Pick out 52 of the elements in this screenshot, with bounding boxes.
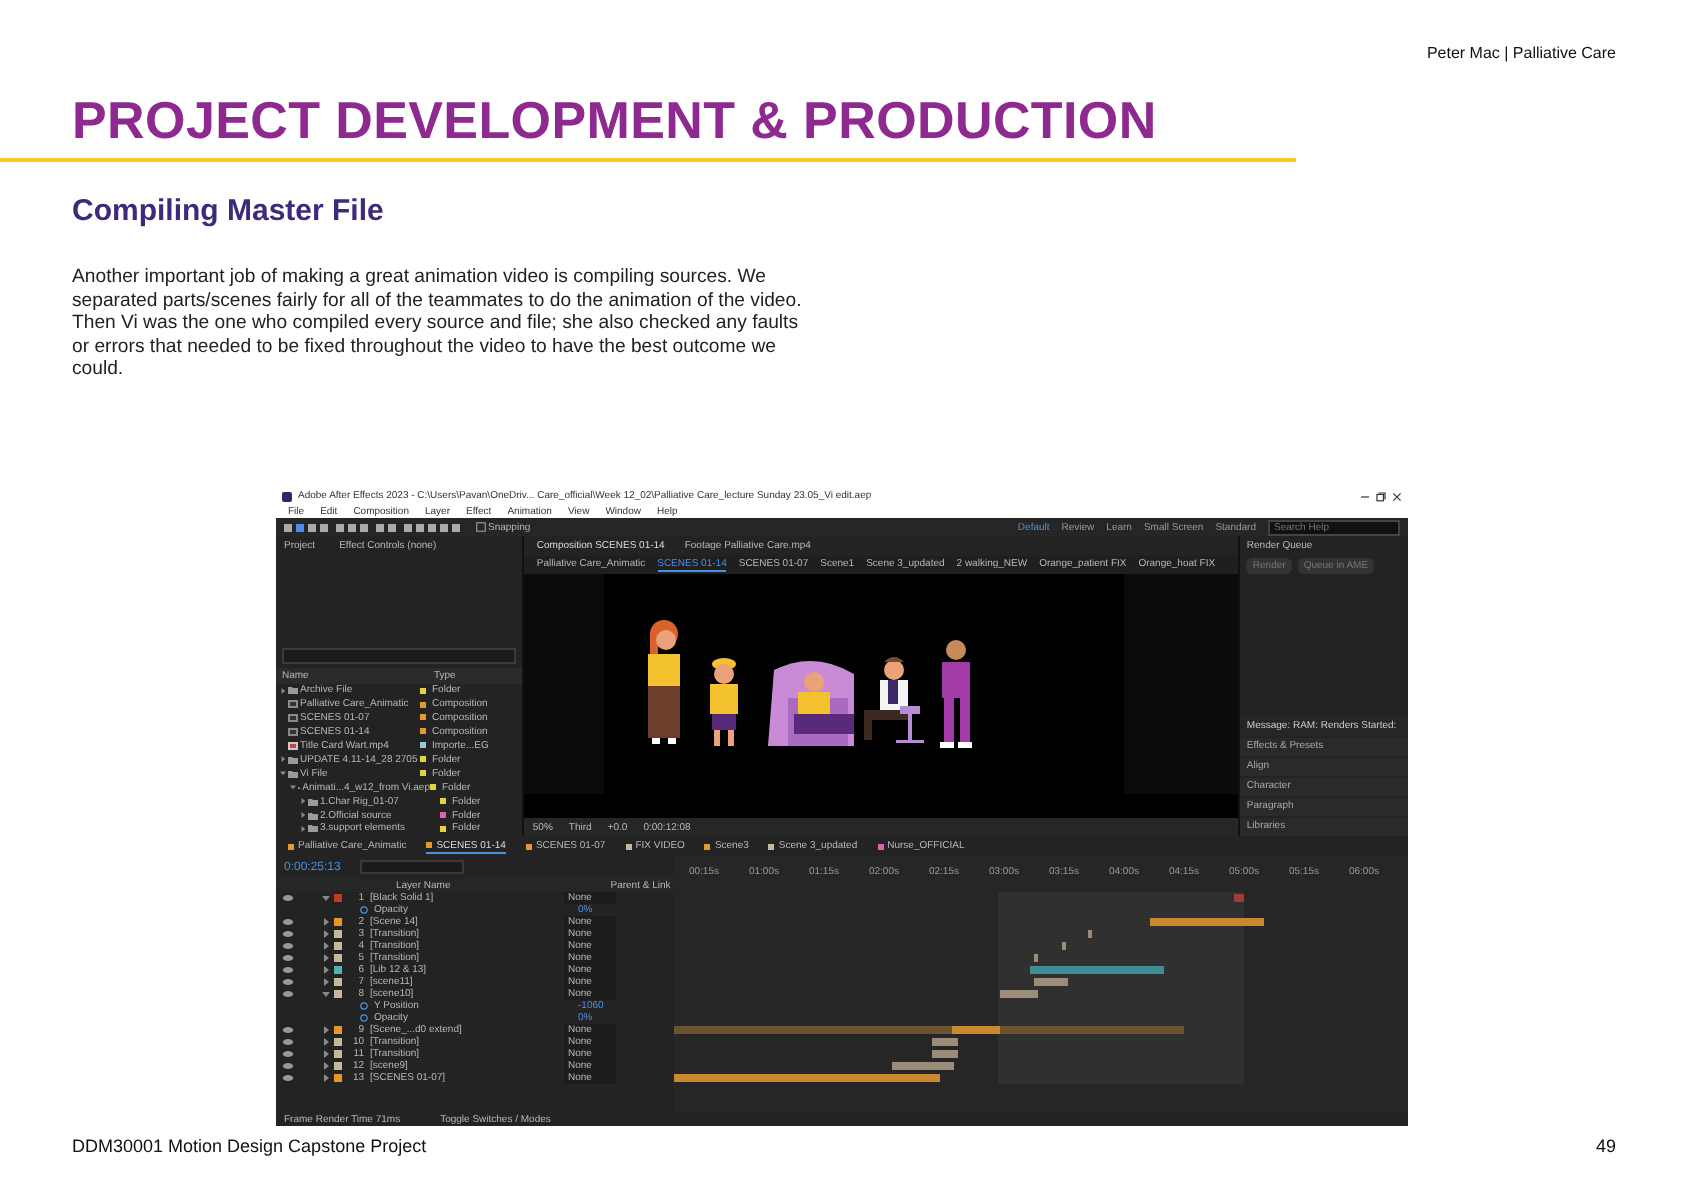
twirl-icon[interactable] [322, 1026, 330, 1034]
film-icon [288, 741, 298, 750]
twirl-icon[interactable] [322, 1050, 330, 1058]
label-color-swatch[interactable] [334, 930, 342, 938]
restore-icon[interactable] [1376, 491, 1386, 501]
minimize-icon[interactable] [1360, 491, 1370, 501]
close-icon[interactable] [1392, 491, 1402, 501]
twirl-icon[interactable] [300, 812, 306, 819]
twirl-icon[interactable] [280, 756, 286, 763]
twirl-icon[interactable] [322, 978, 330, 986]
label-color-swatch[interactable] [334, 942, 342, 950]
footer-text: DDM30001 Motion Design Capstone Project [72, 1136, 427, 1156]
label-color-swatch[interactable] [334, 1062, 342, 1070]
page-title: PROJECT DEVELOPMENT & PRODUCTION [72, 90, 1159, 152]
search-field[interactable] [282, 647, 517, 664]
composition-icon [288, 727, 298, 736]
label-color-swatch[interactable] [334, 1038, 342, 1046]
twirl-icon[interactable] [280, 687, 286, 694]
toolbar-icons-drawing[interactable] [284, 521, 464, 533]
label-color-swatch[interactable] [334, 990, 342, 998]
label-color-swatch[interactable] [334, 1026, 342, 1034]
label-color-swatch[interactable] [334, 954, 342, 962]
twirl-icon[interactable] [322, 1038, 330, 1046]
label-color-swatch[interactable] [334, 966, 342, 974]
twirl-icon[interactable] [322, 930, 330, 938]
twirl-icon[interactable] [322, 954, 330, 962]
label-color-swatch[interactable] [334, 1050, 342, 1058]
stopwatch-icon[interactable] [360, 906, 368, 914]
twirl-icon[interactable] [322, 990, 330, 998]
twirl-icon[interactable] [290, 784, 296, 791]
app-logo-icon [282, 491, 292, 501]
header-text: Peter Mac | Palliative Care [1426, 44, 1616, 62]
snapping-checkbox[interactable] [476, 522, 486, 532]
label-color-swatch[interactable] [334, 918, 342, 926]
body-paragraph: Another important job of making a great animation video is compiling sources. We separated parts/scenes fairly for all of the teammates to do the animation of the video. Then Vi was the one who compiled every source and file; she also checked any faults or errors that needed to be fixed throughout the video to have the best outcome we could. [72, 266, 804, 381]
section-heading: Compiling Master File [72, 194, 386, 228]
twirl-icon[interactable] [322, 918, 330, 926]
label-color-swatch[interactable] [334, 894, 342, 902]
composition-icon [288, 713, 298, 722]
twirl-icon[interactable] [300, 825, 306, 832]
label-color-swatch[interactable] [334, 978, 342, 986]
page-number: 49 [1595, 1136, 1616, 1156]
twirl-icon[interactable] [322, 942, 330, 950]
twirl-icon[interactable] [322, 1074, 330, 1082]
twirl-icon[interactable] [322, 1062, 330, 1070]
twirl-icon[interactable] [300, 798, 306, 805]
twirl-icon[interactable] [322, 966, 330, 974]
composition-icon [288, 700, 298, 709]
search-field[interactable] [360, 860, 465, 874]
label-color-swatch[interactable] [334, 1074, 342, 1082]
twirl-icon[interactable] [280, 770, 286, 777]
eye-icon[interactable] [282, 894, 294, 902]
